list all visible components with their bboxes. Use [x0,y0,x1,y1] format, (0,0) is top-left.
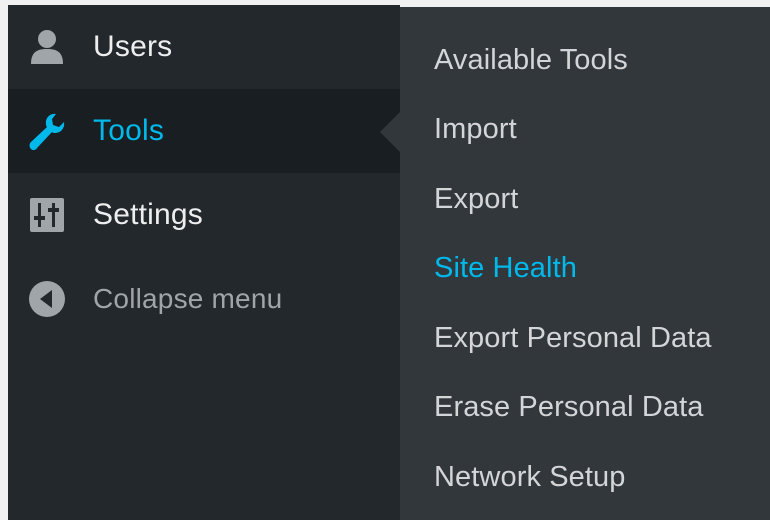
sidebar-item-settings[interactable]: Settings [8,173,400,257]
submenu-item-erase-personal-data[interactable]: Erase Personal Data [434,391,703,424]
sidebar-item-users[interactable]: Users [8,5,400,89]
submenu-item-site-health[interactable]: Site Health [434,252,577,285]
submenu-item-network-setup[interactable]: Network Setup [434,461,626,494]
sidebar-item-label: Users [93,30,173,63]
sidebar-item-tools[interactable]: Tools [8,89,400,173]
admin-screen: Users Tools Settings Collapse menu Avail… [0,0,770,520]
tools-flyout-submenu: Available Tools Import Export Site Healt… [400,7,770,520]
submenu-item-export[interactable]: Export [434,183,518,216]
sidebar-item-label: Tools [93,114,165,147]
user-icon [26,26,68,68]
collapse-arrow-icon [26,278,68,320]
submenu-pointer [380,112,400,152]
submenu-item-export-personal-data[interactable]: Export Personal Data [434,322,712,355]
sidebar-item-label: Collapse menu [93,283,283,314]
admin-sidebar: Users Tools Settings Collapse menu [8,5,400,520]
collapse-menu-button[interactable]: Collapse menu [8,257,400,341]
submenu-item-import[interactable]: Import [434,113,517,146]
wrench-icon [26,110,68,152]
sidebar-item-label: Settings [93,198,203,231]
settings-sliders-icon [26,194,68,236]
submenu-item-available-tools[interactable]: Available Tools [434,44,628,77]
